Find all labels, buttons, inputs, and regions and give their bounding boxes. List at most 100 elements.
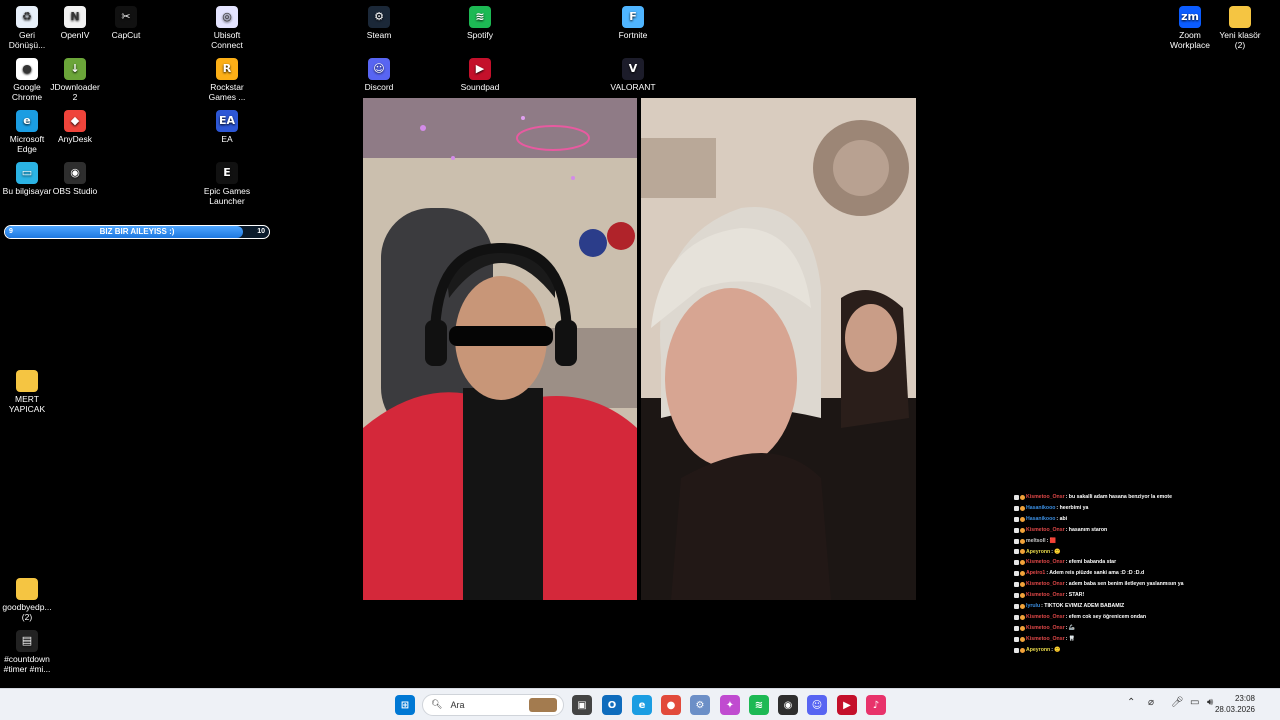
badge-icon (1020, 494, 1025, 500)
steam-icon: ⚙ (368, 6, 390, 28)
chat-message: Kismetoo_Onsr: STAR! (1014, 590, 1244, 601)
microphone-icon[interactable]: 🎤︎ (1171, 697, 1184, 708)
desktop-icon-label: #countdown #timer #mi... (3, 654, 51, 674)
desktop-icon-13[interactable]: ▶ Soundpad (453, 58, 507, 92)
chat-message: Apeyronn: 🙂 (1014, 547, 1244, 558)
desktop-icon-11[interactable]: R Rockstar Games ... (200, 58, 254, 102)
soundpad-icon[interactable]: ▶ (837, 695, 857, 715)
desktop-icon-17[interactable]: EA EA (200, 110, 254, 144)
chat-message: Apeyronn: 🙂 (1014, 645, 1244, 656)
desktop-icon-label: VALORANT (610, 82, 656, 92)
desktop-icon-18[interactable]: ▭ Bu bilgisayar (0, 162, 54, 196)
desktop-icon-label: Microsoft Edge (9, 134, 45, 154)
desktop-icon-label: Ubisoft Connect (211, 30, 243, 50)
desktop-icon-14[interactable]: V VALORANT (606, 58, 660, 92)
jdownloader-icon: ↓ (64, 58, 86, 80)
desktop-icon-0[interactable]: ♻ Geri Dönüşü... (0, 6, 54, 50)
copilot-icon[interactable]: ✦ (720, 695, 740, 715)
badge-icon (1014, 625, 1019, 631)
desktop-icon-6[interactable]: F Fortnite (606, 6, 660, 40)
chrome-icon: ● (16, 58, 38, 80)
desktop-icon-16[interactable]: ◆ AnyDesk (48, 110, 102, 144)
desktop-icon-21[interactable]: MERT YAPICAK (0, 370, 54, 414)
network-icon[interactable]: ⌀ (1148, 697, 1154, 708)
chat-message: Hasanikooo: heerbimi ya (1014, 503, 1244, 514)
volume-icon[interactable]: 🔊︎ (1207, 697, 1213, 708)
desktop-icon-1[interactable]: N OpenIV (48, 6, 102, 40)
chrome-icon[interactable]: ● (661, 695, 681, 715)
desktop-icon-5[interactable]: ≋ Spotify (453, 6, 507, 40)
start-icon[interactable]: ⊞ (395, 695, 415, 715)
task-view-icon[interactable]: ▣ (572, 695, 592, 715)
desktop-icon-3[interactable]: ◎ Ubisoft Connect (200, 6, 254, 50)
desktop-icon-20[interactable]: E Epic Games Launcher (200, 162, 254, 206)
chat-message: Kismetoo_Onsr: efemi babanda star (1014, 557, 1244, 568)
desktop-icon-label: Fortnite (618, 30, 648, 40)
display-icon[interactable]: ▭ (1190, 697, 1199, 708)
desktop-icon-15[interactable]: e Microsoft Edge (0, 110, 54, 154)
badge-icon (1020, 505, 1025, 511)
desktop-icon-label: Google Chrome (11, 82, 43, 102)
edge-icon[interactable]: e (632, 695, 652, 715)
clock-date: 28.03.2026 (1214, 705, 1255, 714)
chat-username: Apeyronn (1026, 548, 1051, 555)
chat-username: Kismetoo_Onsr (1026, 581, 1065, 588)
settings-icon[interactable]: ⚙ (690, 695, 710, 715)
desktop-icon-12[interactable]: ☺ Discord (352, 58, 406, 92)
badge-icon (1020, 516, 1025, 522)
chat-message: Apeiro1: Adem reis piüzde sanki ama :D :… (1014, 568, 1244, 579)
ea-icon: EA (216, 110, 238, 132)
badge-icon (1014, 560, 1019, 566)
desktop-icon-9[interactable]: ● Google Chrome (0, 58, 54, 102)
fortnite-icon: F (622, 6, 644, 28)
clock[interactable]: 23:08 28.03.2026 (1215, 693, 1255, 715)
chat-message: Kismetoo_Onsr: 🦷 (1014, 634, 1244, 645)
badge-icon (1014, 538, 1019, 544)
badge-icon (1020, 538, 1025, 544)
goal-progress-bar: 9 BIZ BIR AILEYISS :) 10 (4, 225, 270, 239)
obs-icon[interactable]: ◉ (778, 695, 798, 715)
chat-username: Kismetoo_Onsr (1026, 613, 1065, 620)
desktop-icon-10[interactable]: ↓ JDownloader 2 (48, 58, 102, 102)
desktop-icon-7[interactable]: zm Zoom Workplace (1163, 6, 1217, 50)
chat-text: : abi (1056, 515, 1068, 522)
outlook-icon[interactable]: O (602, 695, 622, 715)
chat-message: meltsoll: 🟥 (1014, 536, 1244, 547)
desktop-icon-2[interactable]: ✂ CapCut (99, 6, 153, 40)
desktop-icon-8[interactable]: Yeni klasör (2) (1213, 6, 1267, 50)
desktop-icon-label: OBS Studio (52, 186, 98, 196)
spotify-icon[interactable]: ≋ (749, 695, 769, 715)
soundpad-icon: ▶ (469, 58, 491, 80)
capcut-icon: ✂ (115, 6, 137, 28)
chat-username: lyrulu (1026, 603, 1041, 610)
chat-overlay: Kismetoo_Onsr: bu sakalli adam hasana be… (1014, 492, 1244, 656)
goal-max-label: 10 (257, 228, 265, 235)
computer-icon: ▭ (16, 162, 38, 184)
chat-username: Kismetoo_Onsr (1026, 592, 1065, 599)
chevron-up-icon[interactable]: ⌃ (1127, 697, 1135, 708)
taskbar-search[interactable]: 🔍︎ Ara (422, 694, 564, 716)
taskbar: ⊞ ▣ Oe ● ⚙ ✦ ≋ ◉ ☺ ▶ ♪ 🔍︎ Ara ⌃ ⌀ 🎤︎ ▭ 🔊︎ 23:08 28… (0, 688, 1280, 720)
chat-username: Hasanikooo (1026, 515, 1056, 522)
badge-icon (1020, 593, 1025, 599)
chat-username: Apeyronn (1026, 646, 1051, 653)
chat-username: Kismetoo_Onsr (1026, 635, 1065, 642)
desktop-icon-label: Rockstar Games ... (208, 82, 246, 102)
tiktok-icon[interactable]: ♪ (866, 695, 886, 715)
chat-text: : TIKTOK EVIMIZ ADEM BABAMIZ (1041, 603, 1125, 610)
badge-icon (1014, 593, 1019, 599)
chat-message: Kismetoo_Onsr: efem cok sey öğrenicem on… (1014, 612, 1244, 623)
search-icon: 🔍︎ (431, 700, 443, 710)
chat-text: : 🟥 (1046, 537, 1057, 544)
desktop-icon-19[interactable]: ◉ OBS Studio (48, 162, 102, 196)
badge-icon (1014, 549, 1019, 555)
discord-icon[interactable]: ☺ (807, 695, 827, 715)
openiv-icon: N (64, 6, 86, 28)
search-highlight-icon (529, 698, 557, 712)
desktop-icon-23[interactable]: ▤ #countdown #timer #mi... (0, 630, 54, 674)
chat-username: Kismetoo_Onsr (1026, 526, 1065, 533)
desktop-icon-4[interactable]: ⚙ Steam (352, 6, 406, 40)
desktop-icon-label: Steam (366, 30, 392, 40)
desktop-icon-22[interactable]: goodbyedp... (2) (0, 578, 54, 622)
left-video-feed (363, 98, 637, 600)
